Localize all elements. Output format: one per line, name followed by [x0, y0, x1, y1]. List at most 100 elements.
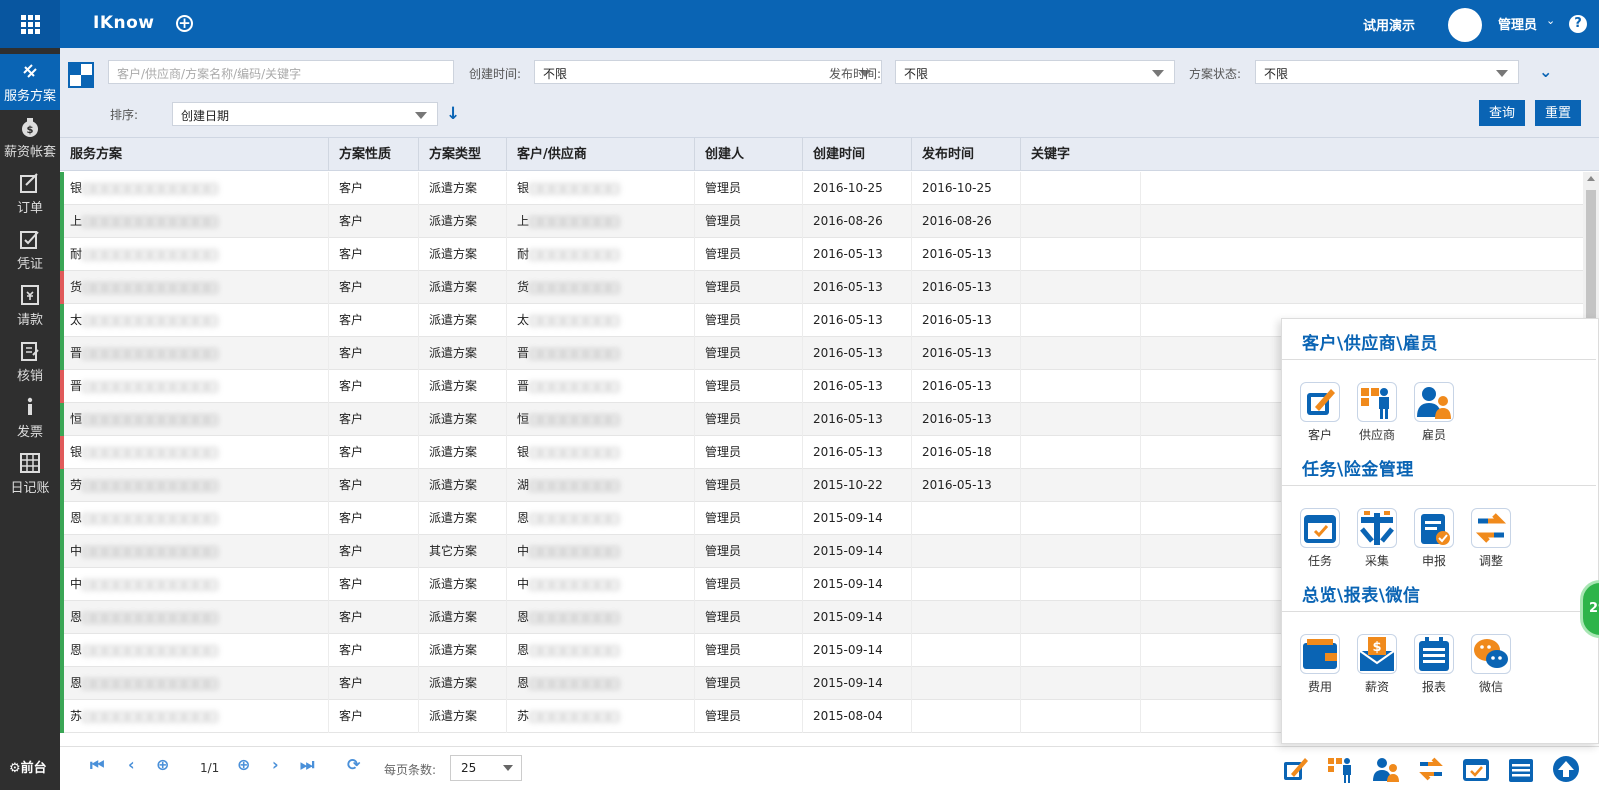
avatar[interactable] — [1448, 8, 1482, 42]
col-customer[interactable]: 客户/供应商 — [507, 138, 695, 171]
footer-supplier-icon[interactable] — [1326, 754, 1356, 784]
add-icon[interactable]: + — [176, 15, 193, 32]
first-page-icon[interactable]: ⏮ — [90, 755, 104, 775]
cell-nature: 客户 — [329, 667, 419, 700]
sidebar-item-invoice[interactable]: 发票 — [0, 390, 60, 446]
next-page-icon[interactable]: › — [272, 755, 279, 774]
cell-first-char: 银 — [70, 181, 83, 195]
cell-nature: 客户 — [329, 469, 419, 502]
footer-report-icon[interactable] — [1506, 754, 1536, 784]
cell-published: 2016-05-13 — [912, 403, 1021, 436]
cell-keyword — [1021, 634, 1141, 667]
quick-expense[interactable]: 费用 — [1292, 634, 1348, 695]
sidebar: 服务方案 $ 薪资帐套 订单 凭证 请款 核销 发票 日记账 ⚙前台 — [0, 48, 60, 790]
sidebar-item-journal[interactable]: 日记账 — [0, 446, 60, 502]
quick-wechat[interactable]: 微信 — [1463, 634, 1519, 695]
quick-supplier[interactable]: 供应商 — [1349, 382, 1405, 443]
cell-plan: 上□□□□□□□□□□□□ — [60, 205, 329, 238]
reset-button[interactable]: 重置 — [1535, 100, 1582, 126]
table-row[interactable]: 货□□□□□□□□□□□□ 客户 派遣方案 货□□□□□□□□ 管理员 2016-05-1… — [60, 271, 1583, 304]
help-icon[interactable]: ? — [1569, 15, 1587, 33]
cell-first-char: 太 — [70, 313, 83, 327]
footer-employee-icon[interactable] — [1371, 754, 1401, 784]
quick-customer[interactable]: 客户 — [1292, 382, 1348, 443]
search-input[interactable]: 客户/供应商/方案名称/编码/关键字 — [108, 60, 454, 84]
footer-adjust-icon[interactable] — [1416, 754, 1446, 784]
col-created[interactable]: 创建时间 — [803, 138, 912, 171]
prev-page-icon[interactable]: ‹ — [128, 755, 135, 774]
cell-keyword — [1021, 304, 1141, 337]
cell-creator: 管理员 — [695, 568, 803, 601]
app-brand[interactable]: IKnow — [93, 13, 155, 33]
table-row[interactable]: 银□□□□□□□□□□□□ 客户 派遣方案 银□□□□□□□□ 管理员 2016-10-2… — [60, 172, 1583, 205]
col-type[interactable]: 方案类型 — [419, 138, 507, 171]
table-header: 服务方案 方案性质 方案类型 客户/供应商 创建人 创建时间 发布时间 关键字 — [60, 138, 1599, 171]
quick-employee[interactable]: 雇员 — [1406, 382, 1462, 443]
user-menu[interactable]: 管理员 — [1498, 14, 1537, 33]
redacted-text: □□□□□□□□ — [529, 544, 620, 558]
col-creator[interactable]: 创建人 — [695, 138, 803, 171]
quick-report[interactable]: 报表 — [1406, 634, 1462, 695]
col-keyword[interactable]: 关键字 — [1021, 138, 1141, 171]
refresh-icon[interactable]: ⟳ — [347, 755, 360, 774]
redacted-text: □□□□□□□□□□□□ — [82, 214, 219, 228]
col-nature[interactable]: 方案性质 — [329, 138, 419, 171]
sort-direction-icon[interactable]: ↓ — [446, 104, 460, 124]
front-desk-link[interactable]: ⚙前台 — [9, 757, 47, 776]
sidebar-item-payment-request[interactable]: 请款 — [0, 278, 60, 334]
col-plan[interactable]: 服务方案 — [60, 138, 329, 171]
per-page-select[interactable]: 25 — [450, 755, 522, 781]
query-button[interactable]: 查询 — [1479, 100, 1526, 126]
notification-badge[interactable]: 29 — [1580, 580, 1599, 638]
sidebar-item-service-plan[interactable]: 服务方案 — [0, 54, 60, 110]
cell-published — [912, 700, 1021, 733]
table-row[interactable]: 上□□□□□□□□□□□□ 客户 派遣方案 上□□□□□□□□ 管理员 2016-08-2… — [60, 205, 1583, 238]
cell-first-char: 苏 — [70, 709, 83, 723]
trial-demo-link[interactable]: 试用演示 — [1363, 15, 1415, 34]
payment-request-icon — [21, 285, 39, 305]
quick-salary[interactable]: $ 薪资 — [1349, 634, 1405, 695]
chevron-down-icon[interactable]: ⌄ — [1546, 14, 1555, 27]
footer-customer-icon[interactable] — [1281, 754, 1311, 784]
invoice-info-icon — [27, 397, 33, 415]
cell-created: 2015-09-14 — [803, 568, 912, 601]
last-page-icon[interactable]: ⏭ — [300, 755, 314, 775]
sidebar-item-write-off[interactable]: 核销 — [0, 334, 60, 390]
sidebar-item-order[interactable]: 订单 — [0, 166, 60, 222]
cell-published — [912, 667, 1021, 700]
cell-creator: 管理员 — [695, 238, 803, 271]
scroll-top-icon[interactable] — [1551, 754, 1581, 784]
quick-adjust[interactable]: 调整 — [1463, 508, 1519, 569]
prev-circle-icon[interactable]: ⊕ — [156, 755, 169, 774]
redacted-text: □□□□□□□□ — [529, 379, 620, 393]
cell-type: 派遣方案 — [419, 172, 507, 205]
cell-nature: 客户 — [329, 337, 419, 370]
sort-select[interactable]: 创建日期 — [172, 102, 438, 126]
quick-task[interactable]: 任务 — [1292, 508, 1348, 569]
next-circle-icon[interactable]: ⊕ — [237, 755, 250, 774]
cell-created: 2016-10-25 — [803, 172, 912, 205]
cell-plan: 恒□□□□□□□□□□□□ — [60, 403, 329, 436]
sidebar-item-salary-book[interactable]: $ 薪资帐套 — [0, 110, 60, 166]
filter-bar: 客户/供应商/方案名称/编码/关键字 创建时间: 不限 发布时间: 不限 方案状… — [60, 48, 1599, 138]
cell-keyword — [1021, 337, 1141, 370]
employee-icon — [1417, 387, 1451, 419]
plan-status-select[interactable]: 不限 — [1255, 60, 1519, 84]
col-published[interactable]: 发布时间 — [912, 138, 1021, 171]
collapse-chevron-icon[interactable]: ⌄ — [1539, 62, 1552, 81]
footer-task-icon[interactable] — [1461, 754, 1491, 784]
cell-first-char: 耐 — [517, 247, 530, 261]
app-grid-icon[interactable] — [0, 0, 60, 48]
sidebar-item-voucher[interactable]: 凭证 — [0, 222, 60, 278]
scroll-up-icon[interactable] — [1587, 176, 1595, 181]
scroll-thumb[interactable] — [1586, 190, 1596, 320]
table-row[interactable]: 耐□□□□□□□□□□□□ 客户 派遣方案 耐□□□□□□□□ 管理员 2016-05-1… — [60, 238, 1583, 271]
redacted-text: □□□□□□□□□□□□ — [82, 676, 219, 690]
voucher-check-icon — [20, 231, 39, 249]
cell-first-char: 中 — [70, 577, 83, 591]
quick-collect[interactable]: 采集 — [1349, 508, 1405, 569]
cell-nature: 客户 — [329, 370, 419, 403]
cell-published: 2016-05-13 — [912, 271, 1021, 304]
publish-time-select[interactable]: 不限 — [895, 60, 1175, 84]
quick-declare[interactable]: 申报 — [1406, 508, 1462, 569]
